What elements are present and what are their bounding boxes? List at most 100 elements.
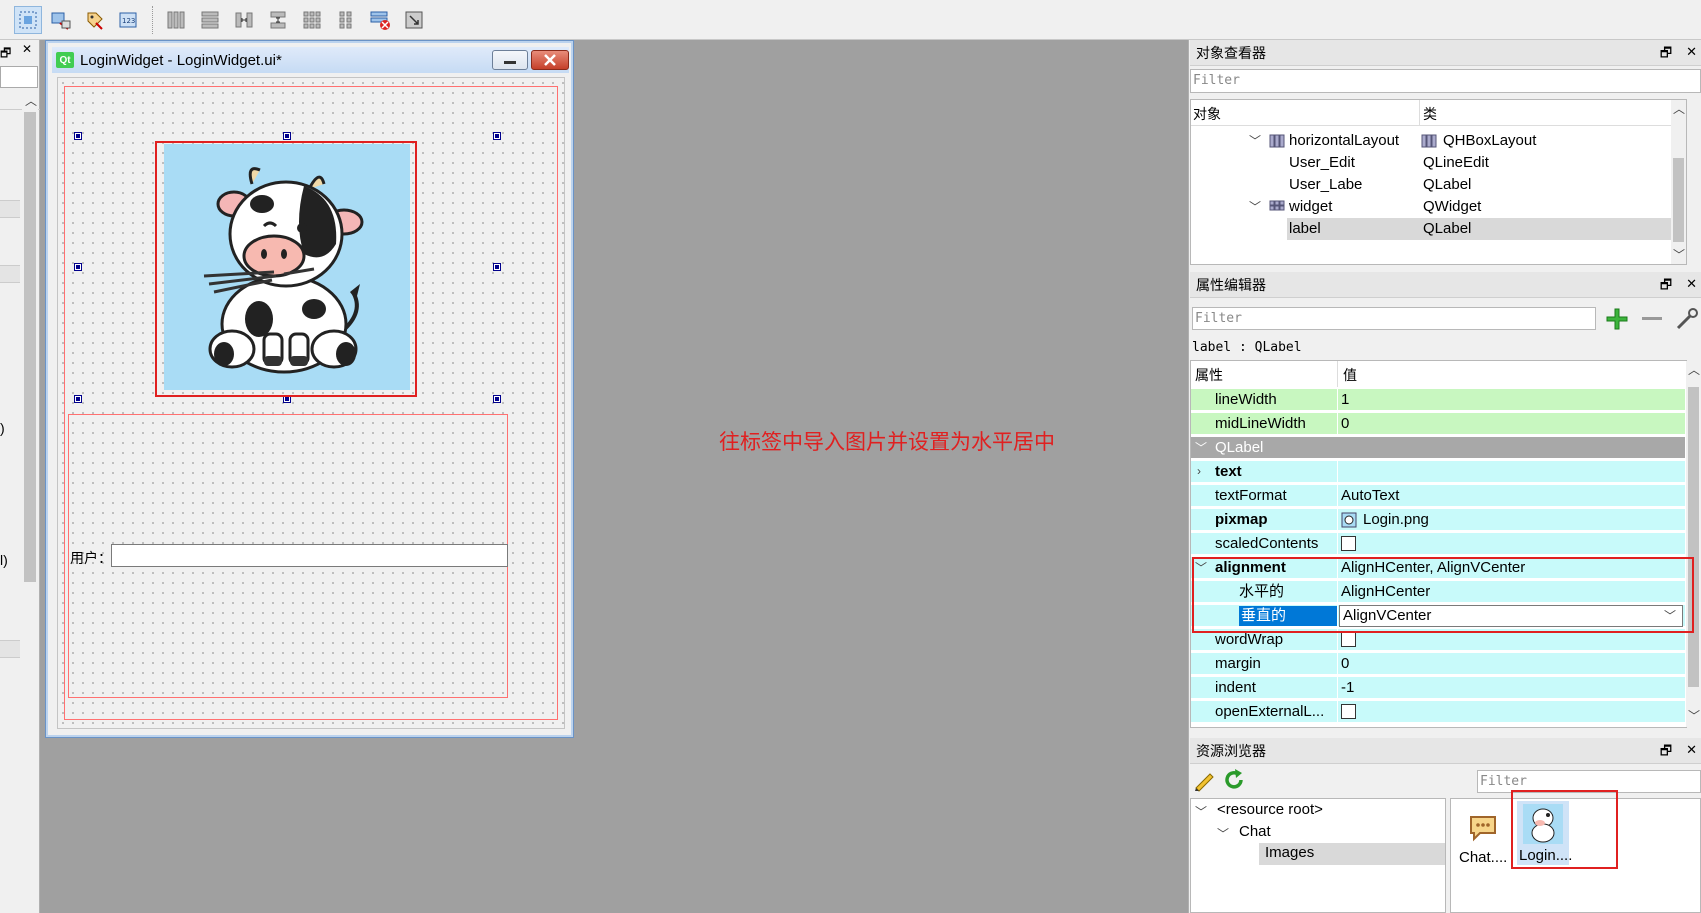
widget-box-category[interactable]: [0, 265, 20, 283]
resource-images-row[interactable]: Images: [1259, 843, 1445, 865]
wordwrap-checkbox[interactable]: [1341, 632, 1356, 647]
resource-file-chat[interactable]: Chat....: [1459, 849, 1507, 866]
main-toolbar: 123: [0, 0, 1701, 40]
selection-handle[interactable]: [74, 395, 82, 403]
layout-h-splitter-icon[interactable]: [230, 6, 258, 34]
selection-handle[interactable]: [74, 263, 82, 271]
dock-close-icon[interactable]: ✕: [1686, 742, 1697, 764]
selection-handle[interactable]: [74, 132, 82, 140]
reload-icon[interactable]: [1222, 768, 1246, 792]
add-property-icon[interactable]: [1604, 306, 1630, 332]
prop-name: pixmap: [1215, 511, 1268, 528]
resource-browser-title: 资源浏览器: [1196, 742, 1266, 759]
chevron-down-icon[interactable]: ﹀: [1217, 825, 1229, 842]
user-edit-input[interactable]: [111, 544, 508, 567]
adjust-size-icon[interactable]: [400, 6, 428, 34]
chevron-right-icon[interactable]: ›: [1197, 464, 1201, 478]
object-tree[interactable]: 对象 类 ﹀ horizontalLayout QHBoxLayout User…: [1190, 99, 1687, 265]
edit-resources-pencil-icon[interactable]: [1192, 768, 1216, 792]
widget-box-category[interactable]: [0, 200, 20, 218]
prop-value[interactable]: AutoText: [1341, 485, 1399, 507]
selection-handle[interactable]: [493, 263, 501, 271]
object-column-header[interactable]: 对象: [1193, 104, 1221, 124]
class-name: QLabel: [1423, 176, 1472, 193]
layout-grid-icon[interactable]: [298, 6, 326, 34]
form-window[interactable]: Qt LoginWidget - LoginWidget.ui* 用户：: [45, 40, 574, 738]
prop-value[interactable]: 0: [1341, 413, 1349, 435]
prop-row-textformat[interactable]: textFormat AutoText: [1191, 485, 1685, 507]
tree-row-label-selected[interactable]: label QLabel: [1287, 218, 1671, 240]
resource-root-item[interactable]: <resource root>: [1217, 801, 1323, 818]
configure-wrench-icon[interactable]: [1674, 306, 1700, 332]
chevron-down-icon[interactable]: ﹀: [1195, 439, 1207, 456]
property-editor-titlebar[interactable]: 属性编辑器 🗗 ✕: [1190, 272, 1701, 298]
edit-widgets-icon[interactable]: [14, 6, 42, 34]
object-inspector-titlebar[interactable]: 对象查看器 🗗 ✕: [1190, 40, 1701, 66]
property-column-header[interactable]: 属性: [1195, 365, 1223, 385]
form-titlebar[interactable]: Qt LoginWidget - LoginWidget.ui*: [52, 47, 569, 73]
dock-close-icon[interactable]: ✕: [1686, 44, 1697, 66]
prop-row-margin[interactable]: margin 0: [1191, 653, 1685, 675]
tree-row-widget[interactable]: ﹀ widget QWidget: [1191, 196, 1686, 218]
widget-box-category[interactable]: [0, 640, 20, 658]
chevron-down-icon[interactable]: ﹀: [1195, 803, 1207, 820]
tree-row-user-edit[interactable]: User_Edit QLineEdit: [1191, 152, 1686, 174]
property-filter[interactable]: Filter: [1192, 307, 1596, 330]
prop-row-pixmap[interactable]: pixmap Login.png: [1191, 509, 1685, 531]
minimize-button[interactable]: [492, 50, 528, 70]
edit-buddies-icon[interactable]: [81, 6, 109, 34]
value-column-header[interactable]: 值: [1343, 365, 1357, 385]
dock-float-close-icons[interactable]: 🗗 ✕: [0, 42, 40, 62]
layout-vertical-icon[interactable]: [196, 6, 224, 34]
resource-chat-item[interactable]: Chat: [1239, 823, 1271, 840]
open-external-links-checkbox[interactable]: [1341, 704, 1356, 719]
widget-box-scrollbar[interactable]: ︿: [22, 92, 38, 912]
prop-name: openExternalL...: [1215, 703, 1325, 720]
object-tree-scrollbar[interactable]: ︿ ﹀: [1671, 100, 1686, 264]
selection-handle[interactable]: [493, 132, 501, 140]
class-name: QLineEdit: [1423, 154, 1489, 171]
prop-value[interactable]: Login.png: [1363, 509, 1429, 531]
prop-row-openexternallinks[interactable]: openExternalL...: [1191, 701, 1685, 723]
close-button[interactable]: [531, 50, 569, 70]
tree-row-horizontal-layout[interactable]: ﹀ horizontalLayout QHBoxLayout: [1191, 130, 1686, 152]
dock-float-icon[interactable]: 🗗: [1660, 276, 1672, 298]
prop-row-midlinewidth[interactable]: midLineWidth 0: [1191, 413, 1685, 435]
layout-horizontal-icon[interactable]: [162, 6, 190, 34]
property-table-scrollbar[interactable]: ︿ ﹀: [1686, 361, 1701, 727]
layout-v-splitter-icon[interactable]: [264, 6, 292, 34]
object-inspector-title: 对象查看器: [1196, 44, 1266, 61]
scaled-contents-checkbox[interactable]: [1341, 536, 1356, 551]
dock-close-icon[interactable]: ✕: [1686, 276, 1697, 298]
class-column-header[interactable]: 类: [1423, 104, 1437, 124]
user-label: 用户：: [70, 550, 112, 566]
prop-name: indent: [1215, 679, 1256, 696]
prop-name: text: [1215, 463, 1242, 480]
resource-tree[interactable]: ﹀ <resource root> ﹀ Chat Images: [1190, 798, 1446, 913]
prop-group-qlabel[interactable]: ﹀ QLabel: [1191, 437, 1685, 459]
dock-float-icon[interactable]: 🗗: [1660, 742, 1672, 764]
prop-value[interactable]: 0: [1341, 653, 1349, 675]
form-canvas[interactable]: 用户：: [57, 77, 565, 729]
object-inspector-filter[interactable]: Filter: [1190, 69, 1701, 93]
layout-form-icon[interactable]: [332, 6, 360, 34]
chevron-down-icon[interactable]: ﹀: [1249, 130, 1261, 152]
edit-tab-order-icon[interactable]: 123: [115, 6, 143, 34]
selection-handle[interactable]: [283, 132, 291, 140]
prop-row-text[interactable]: › text: [1191, 461, 1685, 483]
edit-signals-icon[interactable]: [47, 6, 75, 34]
chevron-down-icon[interactable]: ﹀: [1249, 196, 1261, 218]
remove-property-icon[interactable]: [1640, 310, 1664, 328]
dock-float-icon[interactable]: 🗗: [1660, 44, 1672, 66]
prop-value[interactable]: -1: [1341, 677, 1354, 699]
prop-row-linewidth[interactable]: lineWidth 1: [1191, 389, 1685, 411]
prop-value[interactable]: 1: [1341, 389, 1349, 411]
cow-image[interactable]: [164, 144, 410, 390]
prop-row-scaledcontents[interactable]: scaledContents: [1191, 533, 1685, 555]
tree-row-user-labe[interactable]: User_Labe QLabel: [1191, 174, 1686, 196]
prop-row-indent[interactable]: indent -1: [1191, 677, 1685, 699]
break-layout-icon[interactable]: [366, 6, 394, 34]
resource-browser-titlebar[interactable]: 资源浏览器 🗗 ✕: [1190, 738, 1701, 764]
widget-box-filter[interactable]: [0, 66, 38, 88]
selection-handle[interactable]: [493, 395, 501, 403]
